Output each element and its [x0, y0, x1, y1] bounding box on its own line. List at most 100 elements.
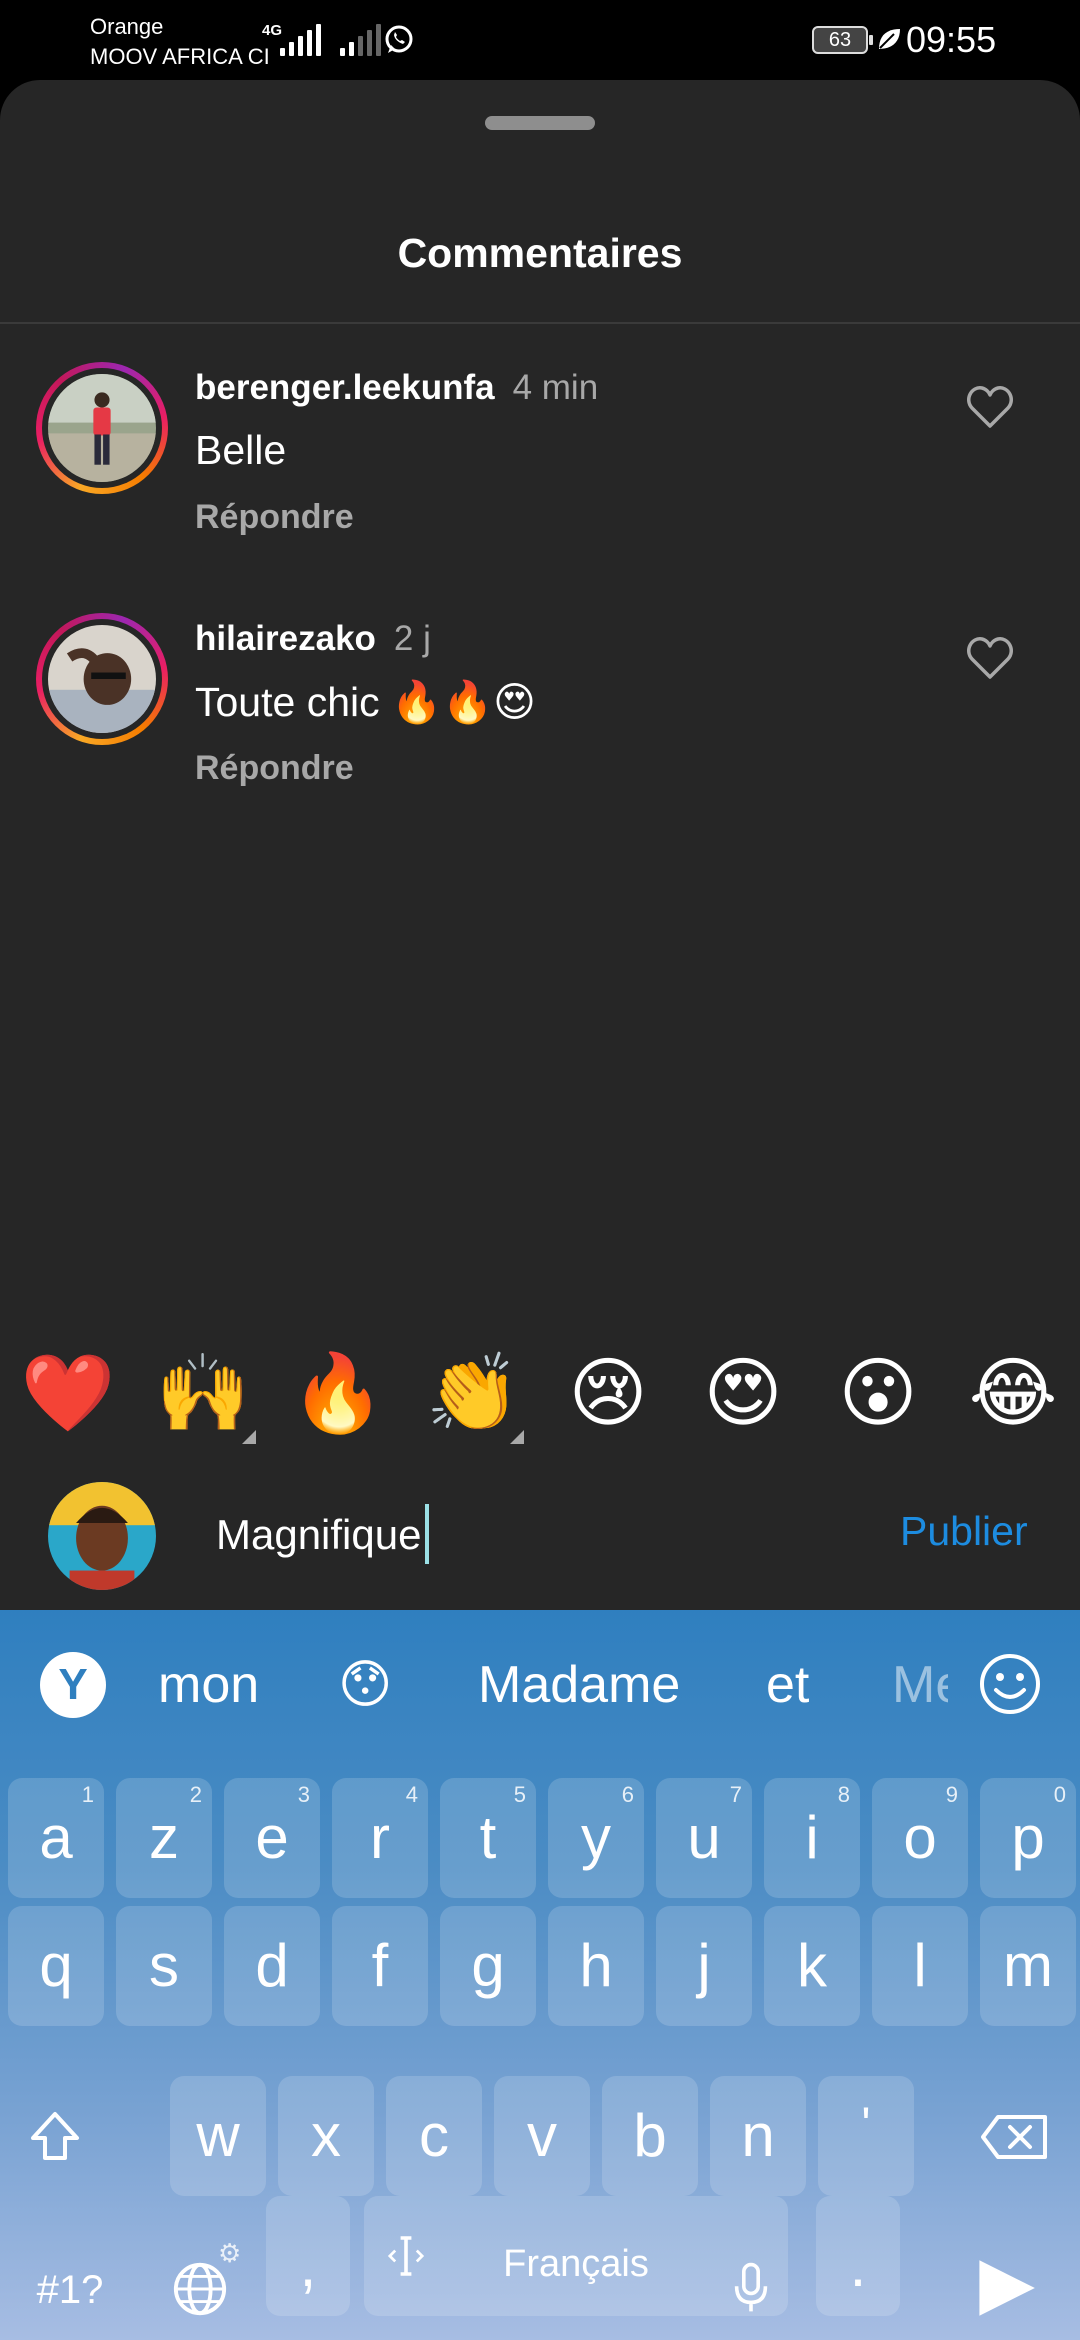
key-g[interactable]: g: [440, 1906, 536, 2026]
symbols-key[interactable]: #1?: [8, 2230, 132, 2340]
suggestion-item[interactable]: et: [766, 1654, 809, 1716]
status-bar: Orange MOOV AFRICA CI 4G 63 09:55: [0, 0, 1080, 80]
key-d[interactable]: d: [224, 1906, 320, 2026]
heart-icon[interactable]: [966, 635, 1014, 681]
key-v[interactable]: v: [494, 2076, 590, 2196]
key-o[interactable]: o9: [872, 1778, 968, 1898]
suggestion-bar: Y mon 😯 Madame et Me: [0, 1610, 1080, 1750]
emoji-icon[interactable]: [976, 1650, 1044, 1718]
skin-tone-indicator: [242, 1430, 256, 1444]
key-label: a: [39, 1804, 73, 1871]
username-text[interactable]: berenger.leekunfa: [195, 368, 495, 407]
whatsapp-icon: [385, 25, 413, 53]
comma-key[interactable]: ,: [266, 2196, 350, 2316]
clock: 09:55: [906, 19, 997, 60]
key-label: z: [149, 1804, 179, 1871]
comment-username[interactable]: berenger.leekunfa 4 min: [195, 368, 598, 408]
key-j[interactable]: j: [656, 1906, 752, 2026]
divider: [0, 322, 1080, 324]
key-hint: 7: [729, 1782, 742, 1807]
reaction-fire[interactable]: 🔥: [288, 1344, 388, 1444]
comment-username[interactable]: hilairezako 2 j: [195, 619, 431, 659]
key-k[interactable]: k: [764, 1906, 860, 2026]
key-z[interactable]: z2: [116, 1778, 212, 1898]
signal-icon: [280, 22, 321, 56]
key-p[interactable]: p0: [980, 1778, 1076, 1898]
comment-input[interactable]: [216, 1500, 866, 1570]
key-r[interactable]: r4: [332, 1778, 428, 1898]
key-label: o: [903, 1804, 937, 1871]
keyboard-logo-icon[interactable]: Y: [40, 1652, 106, 1718]
microphone-icon: [734, 2262, 768, 2312]
key-label: i: [805, 1804, 819, 1871]
comment-time: 2 j: [393, 619, 431, 658]
power-saving-leaf-icon: [879, 29, 900, 49]
key-b[interactable]: b: [602, 2076, 698, 2196]
drag-handle[interactable]: [485, 116, 595, 130]
reaction-heart[interactable]: ❤️: [18, 1344, 118, 1444]
key-s[interactable]: s: [116, 1906, 212, 2026]
avatar-photo: [48, 374, 156, 482]
avatar[interactable]: [36, 362, 168, 494]
comment-composer: Publier: [0, 1460, 1080, 1610]
key-q[interactable]: q: [8, 1906, 104, 2026]
key-apostrophe[interactable]: ': [818, 2076, 914, 2196]
period-key[interactable]: .: [816, 2196, 900, 2316]
key-u[interactable]: u7: [656, 1778, 752, 1898]
avatar-photo: [48, 625, 156, 733]
key-hint: 8: [837, 1782, 850, 1807]
send-key[interactable]: [950, 2230, 1060, 2340]
backspace-key[interactable]: [958, 2076, 1072, 2196]
publish-button[interactable]: Publier: [900, 1508, 1028, 1555]
key-label: e: [255, 1804, 289, 1871]
cursor-move-icon: [388, 2236, 424, 2276]
key-label: y: [581, 1804, 611, 1871]
key-a[interactable]: a1: [8, 1778, 104, 1898]
reply-button[interactable]: Répondre: [195, 498, 354, 537]
key-c[interactable]: c: [386, 2076, 482, 2196]
space-key-label: Français: [503, 2243, 649, 2285]
suggestion-item[interactable]: mon: [158, 1654, 259, 1716]
username-text[interactable]: hilairezako: [195, 619, 376, 658]
key-i[interactable]: i8: [764, 1778, 860, 1898]
suggestion-item[interactable]: 😯: [338, 1654, 392, 1716]
send-arrow-icon: [979, 2260, 1035, 2316]
comment-time: 4 min: [512, 368, 599, 407]
sheet-title: Commentaires: [397, 230, 683, 276]
shift-icon: [31, 2112, 79, 2160]
key-label: u: [687, 1804, 721, 1871]
key-y[interactable]: y6: [548, 1778, 644, 1898]
reaction-raising-hands[interactable]: 🙌: [153, 1344, 253, 1444]
reaction-clapping[interactable]: 👏: [423, 1344, 523, 1444]
carrier-name-2: MOOV AFRICA CI: [90, 44, 270, 69]
quick-reactions-bar: ❤️ 🙌 🔥 👏 😢 😍 😮 😂: [0, 1330, 1080, 1460]
reply-button[interactable]: Répondre: [195, 749, 354, 788]
heart-icon[interactable]: [966, 384, 1014, 430]
comments-sheet: Commentaires berenger.leekunfa 4 min Bell…: [0, 80, 1080, 1610]
reaction-surprised[interactable]: 😮: [828, 1344, 928, 1444]
key-l[interactable]: l: [872, 1906, 968, 2026]
signal-icon-2: [340, 22, 381, 56]
key-hint: 0: [1053, 1782, 1066, 1807]
avatar[interactable]: [36, 613, 168, 745]
key-hint: 4: [405, 1782, 418, 1807]
key-x[interactable]: x: [278, 2076, 374, 2196]
settings-gear-icon: ⚙: [218, 2238, 242, 2268]
key-e[interactable]: e3: [224, 1778, 320, 1898]
key-label: t: [479, 1804, 497, 1871]
key-w[interactable]: w: [170, 2076, 266, 2196]
key-h[interactable]: h: [548, 1906, 644, 2026]
reaction-crying[interactable]: 😢: [558, 1344, 658, 1444]
key-t[interactable]: t5: [440, 1778, 536, 1898]
suggestion-item[interactable]: Madame: [478, 1654, 680, 1716]
reaction-laughing[interactable]: 😂: [963, 1344, 1063, 1444]
backspace-icon: [981, 2115, 1047, 2159]
reaction-heart-eyes[interactable]: 😍: [693, 1344, 793, 1444]
key-f[interactable]: f: [332, 1906, 428, 2026]
suggestion-item[interactable]: Me: [892, 1654, 948, 1716]
key-m[interactable]: m: [980, 1906, 1076, 2026]
microphone-key[interactable]: [716, 2230, 786, 2340]
key-hint: 3: [297, 1782, 310, 1807]
key-n[interactable]: n: [710, 2076, 806, 2196]
shift-key[interactable]: [8, 2076, 102, 2196]
